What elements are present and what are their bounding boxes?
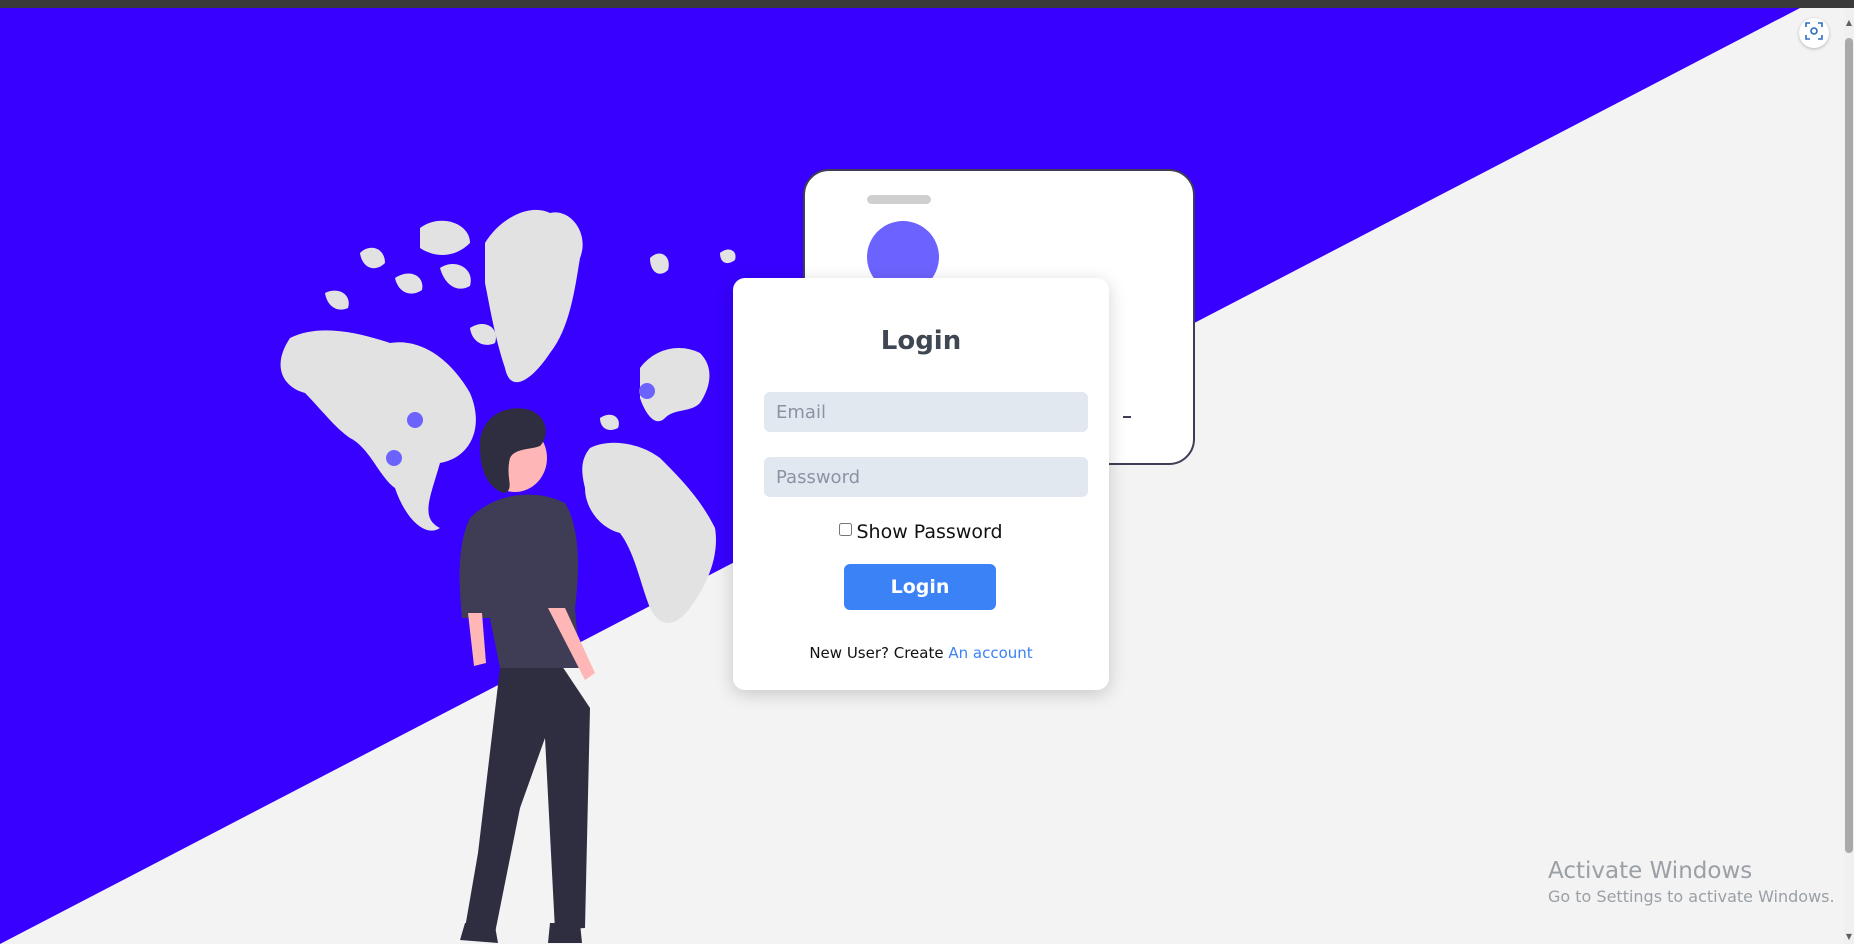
scroll-up-arrow-icon[interactable]: ▲ (1845, 18, 1853, 28)
new-user-prompt: New User? Create (809, 644, 944, 662)
show-password-checkbox[interactable] (839, 523, 853, 536)
password-input[interactable] (764, 457, 1088, 497)
scroll-thumb[interactable] (1845, 38, 1853, 853)
page-background: Login Show Password Login New User? Crea… (0, 8, 1844, 944)
login-title: Login (880, 326, 962, 356)
create-account-link[interactable]: An account (948, 644, 1032, 662)
vertical-scrollbar[interactable]: ▲ ▼ (1844, 8, 1854, 944)
card-placeholder-bar (867, 195, 931, 204)
person-figure (459, 408, 595, 943)
watermark-title: Activate Windows (1548, 858, 1753, 884)
new-user-text: New User? Create An account (733, 644, 1109, 662)
show-password-row: Show Password (733, 521, 1109, 543)
watermark-subtitle: Go to Settings to activate Windows. (1548, 887, 1835, 906)
scroll-down-arrow-icon[interactable]: ▼ (1845, 932, 1853, 942)
screen-capture-icon (1804, 21, 1824, 45)
email-input[interactable] (764, 392, 1088, 432)
login-button[interactable]: Login (844, 564, 996, 610)
card-dash (1123, 416, 1131, 418)
login-card: Login Show Password Login New User? Crea… (733, 278, 1109, 690)
screen-capture-button[interactable] (1799, 18, 1829, 48)
browser-top-bar (0, 0, 1854, 8)
activate-windows-watermark: Activate Windows Go to Settings to activ… (1548, 856, 1835, 908)
show-password-label: Show Password (856, 521, 1003, 543)
